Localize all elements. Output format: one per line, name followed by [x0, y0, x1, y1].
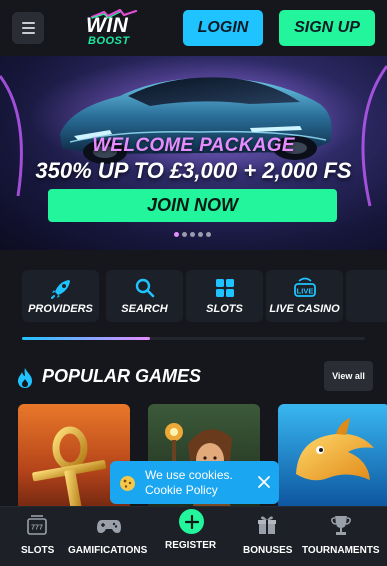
gift-icon [258, 516, 276, 534]
live-icon: LIVE [293, 277, 316, 297]
nav-bonuses[interactable]: BONUSES [240, 507, 294, 566]
fire-icon [18, 368, 32, 388]
nav-label: TOURNAMENTS [302, 545, 380, 556]
nav-label: GAMIFICATIONS [68, 545, 148, 556]
svg-text:LIVE: LIVE [296, 287, 313, 296]
category-next-partial[interactable] [346, 270, 387, 322]
site-logo[interactable]: WIN BOOST [84, 9, 146, 49]
category-label: SLOTS [206, 303, 243, 315]
menu-line [21, 32, 35, 34]
carousel-dot[interactable] [182, 232, 187, 237]
carousel-dot[interactable] [198, 232, 203, 237]
hamburger-menu-button[interactable] [12, 12, 44, 44]
nav-tournaments[interactable]: TOURNAMENTS [300, 507, 382, 566]
nav-gamifications[interactable]: GAMIFICATIONS [64, 507, 150, 566]
menu-line [21, 27, 35, 29]
nav-label: BONUSES [243, 545, 293, 556]
category-label: SEARCH [121, 303, 168, 315]
register-plus-button[interactable] [176, 506, 207, 537]
cookie-message: We use cookies. [145, 468, 233, 482]
category-nav: PROVIDERS SEARCH SLOTS LIVE LIVE CASINO [0, 250, 387, 350]
category-label: LIVE CASINO [269, 303, 340, 315]
promo-banner[interactable]: WELCOME PACKAGE 350% UP TO £3,000 + 2,00… [0, 56, 387, 250]
carousel-dot[interactable] [190, 232, 195, 237]
logo-subtext: BOOST [88, 35, 130, 47]
dolphin-game-thumbnail [278, 404, 387, 514]
close-icon[interactable] [256, 474, 272, 490]
top-header: WIN BOOST LOGIN SIGN UP [0, 0, 387, 56]
rocket-icon [50, 280, 70, 299]
search-icon [135, 278, 154, 298]
nav-slots[interactable]: 777 SLOTS [12, 507, 62, 566]
popular-games-header: POPULAR GAMES View all [0, 358, 387, 398]
slot-machine-icon: 777 [27, 515, 47, 535]
category-live-casino[interactable]: LIVE LIVE CASINO [266, 270, 343, 322]
gamepad-icon [97, 520, 121, 533]
trophy-icon [331, 516, 351, 535]
game-tile[interactable] [278, 404, 387, 514]
view-all-button[interactable]: View all [324, 361, 373, 391]
signup-button[interactable]: SIGN UP [279, 10, 375, 46]
join-now-button[interactable]: JOIN NOW [48, 189, 337, 222]
carousel-dots [174, 232, 211, 237]
grid-icon [215, 279, 234, 297]
cookie-notice: We use cookies. Cookie Policy [110, 461, 279, 504]
category-slots[interactable]: SLOTS [186, 270, 263, 322]
category-scroll-thumb[interactable] [22, 337, 150, 340]
svg-text:777: 777 [31, 525, 43, 532]
nav-label: SLOTS [21, 545, 55, 556]
cookie-icon [120, 476, 135, 491]
category-label: PROVIDERS [28, 303, 93, 315]
plus-icon [184, 514, 199, 529]
promo-offer: 350% UP TO £3,000 + 2,000 FS [35, 158, 352, 183]
section-title: POPULAR GAMES [42, 366, 202, 386]
carousel-dot[interactable] [206, 232, 211, 237]
category-providers[interactable]: PROVIDERS [22, 270, 99, 322]
nav-label: REGISTER [165, 540, 217, 551]
category-search[interactable]: SEARCH [106, 270, 183, 322]
menu-line [21, 22, 35, 24]
logo-text: WIN [86, 14, 129, 37]
promo-title: WELCOME PACKAGE [92, 135, 295, 156]
login-button[interactable]: LOGIN [183, 10, 263, 46]
carousel-dot[interactable] [174, 232, 179, 237]
cookie-policy-link[interactable]: Cookie Policy [145, 483, 218, 498]
